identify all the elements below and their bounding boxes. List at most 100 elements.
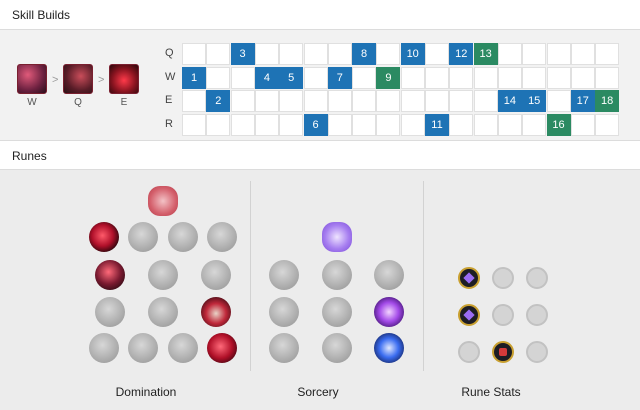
skill-level-cell: 4 [254, 66, 279, 89]
transcendence-rune-icon[interactable] [269, 297, 299, 327]
skill-grid-empty-cell [230, 113, 255, 136]
magic-resist-stat-icon[interactable] [526, 304, 548, 326]
skill-level-cell: 15 [522, 90, 547, 112]
dark-harvest-rune-icon[interactable] [168, 222, 198, 252]
skill-level-cell: 3 [230, 43, 255, 65]
skill-order-item-w: W [16, 64, 48, 108]
hail-of-blades-rune-icon[interactable] [207, 222, 237, 252]
skill-grid-empty-cell [449, 90, 474, 112]
skill-grid-empty-cell [182, 90, 206, 112]
ghost-poro-rune-icon[interactable] [148, 297, 178, 327]
skill-level-cell: 1 [182, 66, 206, 89]
sudden-impact-rune-icon[interactable] [201, 260, 231, 290]
skill-order-item-e: E [108, 64, 140, 108]
skill-level-cell: 5 [279, 66, 304, 89]
skill-grid-empty-cell [182, 43, 206, 65]
skill-grid-empty-cell [449, 113, 474, 136]
skill-grid-empty-cell [376, 43, 401, 65]
skill-grid-empty-cell [522, 66, 547, 89]
skill-level-cell: 13 [473, 43, 498, 65]
skill-grid-empty-cell [473, 113, 498, 136]
skill-grid-empty-cell [376, 90, 401, 112]
skill-grid-empty-cell [327, 113, 352, 136]
electrocute-rune-icon[interactable] [89, 222, 119, 252]
skill-order-key: Q [74, 97, 82, 108]
eyeball-collection-rune-icon[interactable] [201, 297, 231, 327]
ingenious-hunter-rune-icon[interactable] [128, 333, 158, 363]
sorcery-tree-icon [322, 222, 352, 252]
skill-grid-empty-cell [425, 90, 449, 112]
skill-order-key: E [120, 97, 128, 108]
health-stat-icon[interactable] [458, 341, 480, 363]
skill-grid-empty-cell [497, 113, 522, 136]
relentless-hunter-rune-icon[interactable] [168, 333, 198, 363]
skill-grid-empty-cell [206, 43, 231, 65]
ability-haste-stat-icon[interactable] [526, 267, 548, 289]
skill-grid-empty-cell [570, 43, 595, 65]
skill-grid-empty-cell [400, 90, 425, 112]
skill-grid-empty-cell [303, 66, 328, 89]
skill-level-cell: 11 [425, 113, 449, 136]
divider [250, 181, 251, 371]
celerity-rune-icon[interactable] [322, 297, 352, 327]
skill-grid-empty-cell [230, 90, 255, 112]
skill-e-icon [109, 64, 139, 94]
skill-grid-empty-cell [327, 90, 352, 112]
skill-grid-empty-cell [497, 43, 522, 65]
nimbus-cloak-rune-icon[interactable] [374, 260, 404, 290]
skill-builds-title: Skill Builds [12, 8, 71, 22]
runes-panel: Domination Sorcery Rune Stats [0, 171, 640, 410]
skill-grid-empty-cell [522, 113, 547, 136]
skill-grid-empty-cell [546, 66, 571, 89]
zombie-ward-rune-icon[interactable] [95, 297, 125, 327]
skill-grid-empty-cell [352, 113, 377, 136]
skill-level-cell: 2 [206, 90, 231, 112]
treasure-hunter-rune-icon[interactable] [89, 333, 119, 363]
skill-grid-empty-cell [206, 66, 231, 89]
chevron-right-icon: > [52, 74, 59, 86]
skill-grid-empty-cell [254, 90, 279, 112]
armor-stat-icon[interactable] [492, 304, 514, 326]
magic-resist-stat-icon[interactable] [526, 341, 548, 363]
skill-grid-empty-cell [303, 90, 328, 112]
skill-level-cell: 10 [400, 43, 425, 65]
skill-grid-empty-cell [595, 43, 620, 65]
predator-rune-icon[interactable] [128, 222, 158, 252]
cheap-shot-rune-icon[interactable] [95, 260, 125, 290]
skill-row-label: W [165, 70, 176, 83]
skill-level-cell: 14 [497, 90, 522, 112]
waterwalking-rune-icon[interactable] [322, 333, 352, 363]
runes-header: Runes [0, 140, 640, 170]
skill-grid-empty-cell [206, 113, 231, 136]
scorch-rune-icon[interactable] [269, 333, 299, 363]
manaflow-band-rune-icon[interactable] [322, 260, 352, 290]
skill-level-cell: 6 [303, 113, 328, 136]
skill-level-cell: 16 [546, 113, 571, 136]
nullifying-orb-rune-icon[interactable] [269, 260, 299, 290]
skill-grid-empty-cell [400, 113, 425, 136]
absolute-focus-rune-icon[interactable] [374, 297, 404, 327]
skill-level-cell: 8 [352, 43, 377, 65]
gathering-storm-rune-icon[interactable] [374, 333, 404, 363]
skill-level-cell: 7 [327, 66, 352, 89]
skill-grid-empty-cell [254, 113, 279, 136]
skill-grid-empty-cell [327, 43, 352, 65]
attack-speed-stat-icon[interactable] [492, 267, 514, 289]
adaptive-force-stat-icon[interactable] [458, 267, 480, 289]
skill-grid-empty-cell [570, 66, 595, 89]
skill-level-cell: 12 [449, 43, 474, 65]
skill-w-icon [17, 64, 47, 94]
chevron-right-icon: > [98, 74, 105, 86]
skill-grid-empty-cell [279, 43, 304, 65]
sorcery-label: Sorcery [297, 385, 339, 399]
skill-grid-empty-cell [473, 90, 498, 112]
skill-grid-empty-cell [497, 66, 522, 89]
taste-of-blood-rune-icon[interactable] [148, 260, 178, 290]
skill-level-cell: 9 [376, 66, 401, 89]
ultimate-hunter-rune-icon[interactable] [207, 333, 237, 363]
domination-tree-icon [148, 186, 178, 216]
skill-grid-empty-cell [279, 90, 304, 112]
armor-stat-icon[interactable] [492, 341, 514, 363]
skill-grid-empty-cell [595, 66, 620, 89]
adaptive-force-stat-icon[interactable] [458, 304, 480, 326]
